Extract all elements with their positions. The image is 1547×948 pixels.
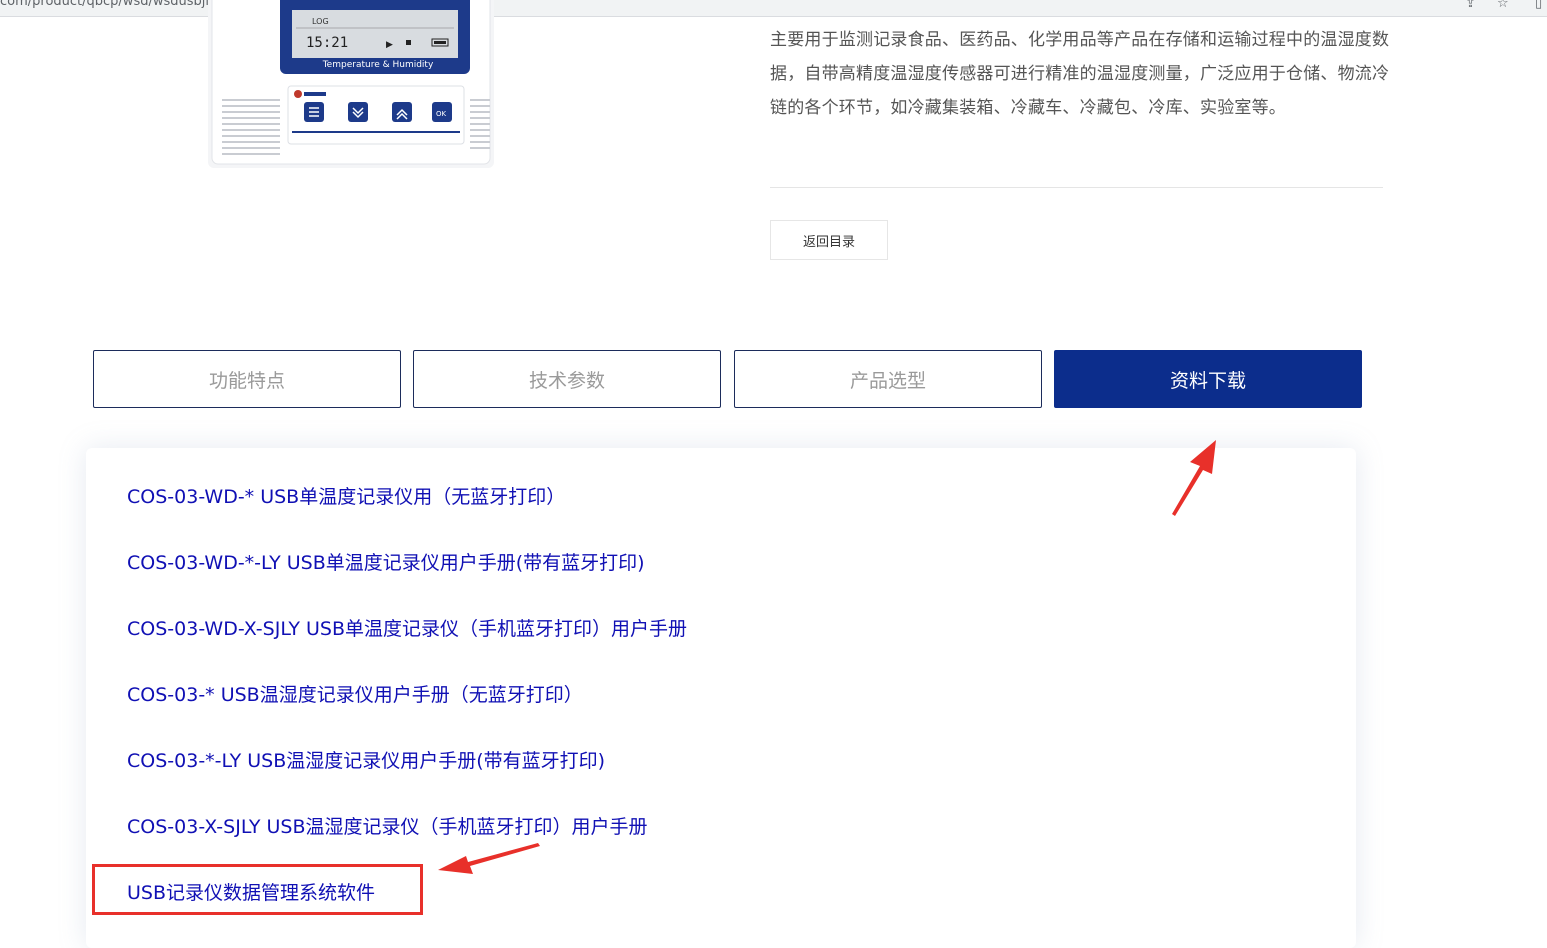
tab-downloads[interactable]: 资料下载 <box>1054 350 1362 408</box>
tab-model-selection[interactable]: 产品选型 <box>734 350 1042 408</box>
screen-label-text: Temperature & Humidity <box>322 60 434 70</box>
share-icon[interactable]: ⇪ <box>1465 0 1476 11</box>
panel-icon[interactable]: ▯ <box>1535 0 1542 11</box>
tab-features[interactable]: 功能特点 <box>93 350 401 408</box>
download-link[interactable]: COS-03-WD-*-LY USB单温度记录仪用户手册(带有蓝牙打印) <box>127 548 645 575</box>
product-image: LOG 15:21 ▶ Temperature & Humidity OK <box>208 0 494 168</box>
download-link[interactable]: COS-03-*-LY USB温湿度记录仪用户手册(带有蓝牙打印) <box>127 746 605 773</box>
download-link[interactable]: COS-03-WD-* USB单温度记录仪用（无蓝牙打印） <box>127 482 565 509</box>
svg-text:▶: ▶ <box>386 40 393 50</box>
download-link[interactable]: COS-03-WD-X-SJLY USB单温度记录仪（手机蓝牙打印）用户手册 <box>127 614 687 641</box>
screen-reading-text: 15:21 <box>306 35 348 51</box>
tab-specifications[interactable]: 技术参数 <box>413 350 721 408</box>
product-description: 主要用于监测记录食品、医药品、化学用品等产品在存储和运输过程中的温湿度数据，自带… <box>770 30 1390 118</box>
annotation-highlight-box <box>92 864 423 915</box>
download-link[interactable]: COS-03-* USB温湿度记录仪用户手册（无蓝牙打印） <box>127 680 583 707</box>
divider <box>770 187 1383 188</box>
back-to-catalog-button[interactable]: 返回目录 <box>770 220 888 260</box>
download-link[interactable]: COS-03-X-SJLY USB温湿度记录仪（手机蓝牙打印）用户手册 <box>127 812 648 839</box>
star-icon[interactable]: ☆ <box>1497 0 1509 11</box>
screen-log-text: LOG <box>312 17 329 26</box>
svg-text:OK: OK <box>436 110 447 118</box>
